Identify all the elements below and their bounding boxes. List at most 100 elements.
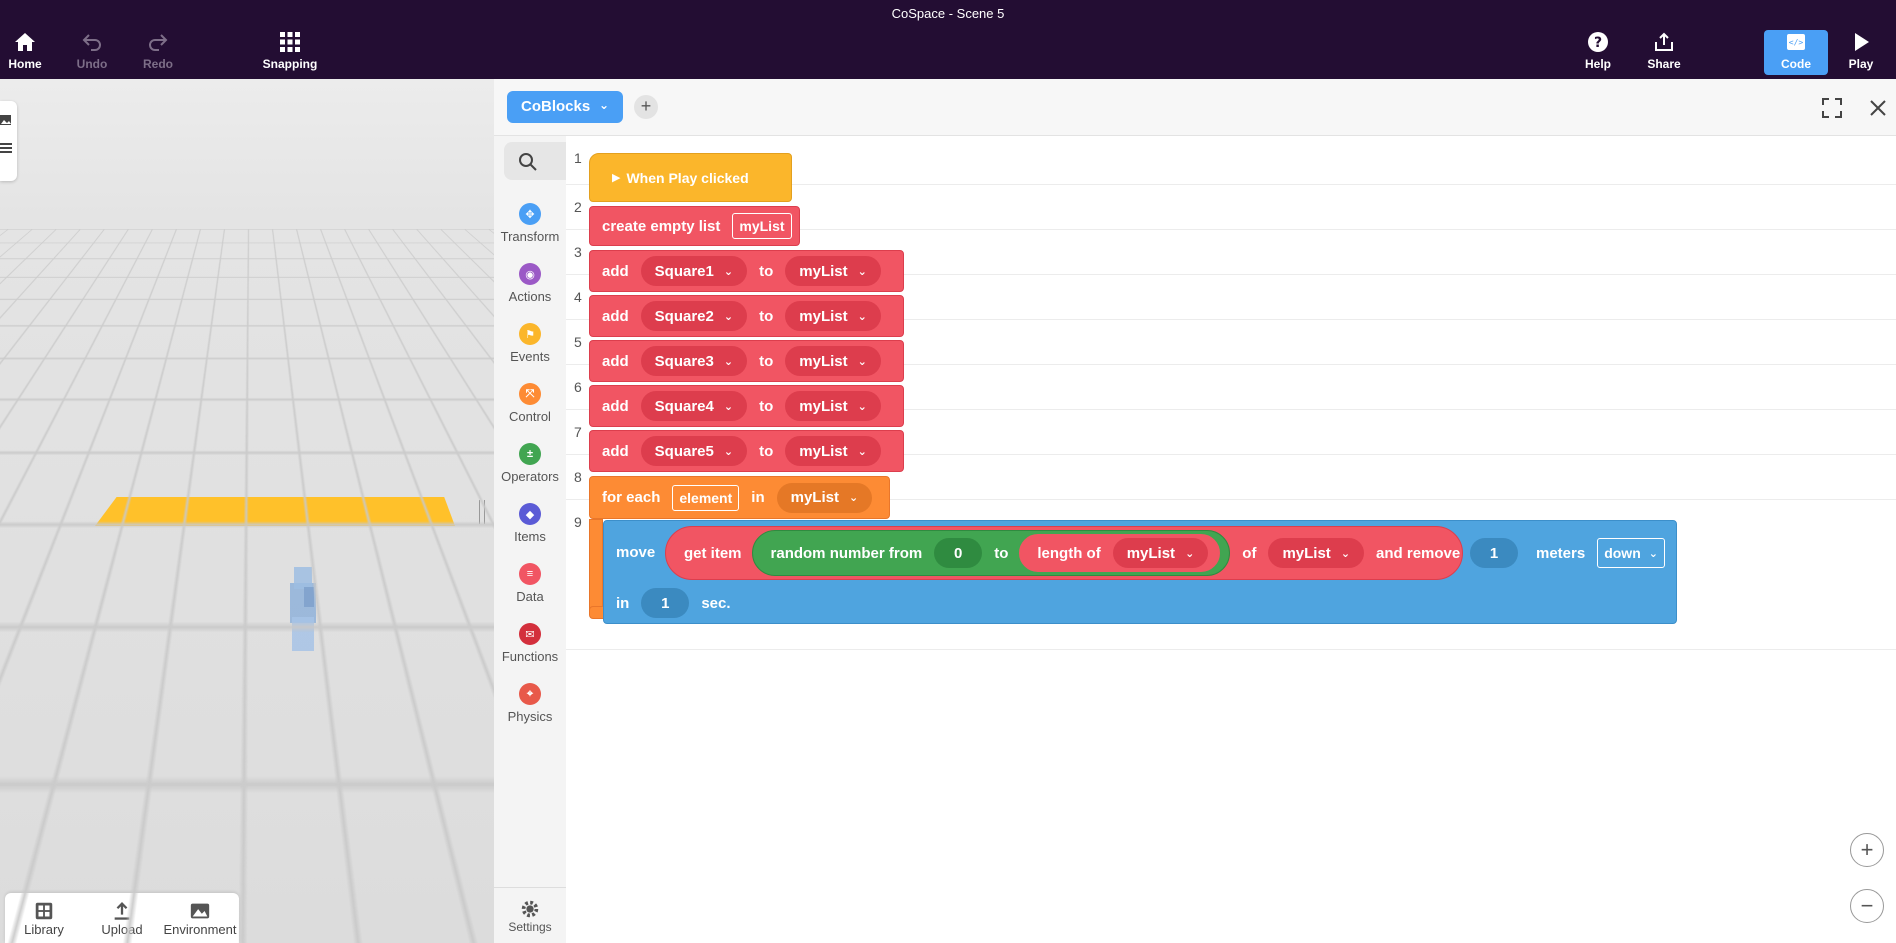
- item-dropdown[interactable]: Square3 ⌄: [640, 346, 748, 376]
- length-list-value: myList: [1126, 544, 1176, 562]
- coblocks-dropdown[interactable]: CoBlocks ⌄: [507, 91, 623, 123]
- for-each-label: for each: [602, 489, 661, 506]
- add-label: add: [602, 307, 629, 325]
- random-number-block[interactable]: random number from 0 to length of myList…: [751, 530, 1231, 576]
- zoom-out-button[interactable]: −: [1850, 889, 1884, 923]
- grid-icon: [280, 32, 300, 52]
- when-play-clicked-block[interactable]: ▶ When Play clicked: [589, 153, 792, 202]
- environment-icon: [190, 903, 210, 918]
- and-remove-label: and remove: [1376, 544, 1461, 562]
- search-icon: [519, 153, 537, 171]
- chevron-down-icon: ⌄: [848, 492, 859, 504]
- add-item-block[interactable]: add Square3 ⌄ to myList ⌄: [589, 340, 904, 382]
- seconds-input[interactable]: 1: [641, 588, 690, 618]
- palette-category-label: Items: [514, 529, 546, 544]
- zoom-in-button[interactable]: +: [1850, 833, 1884, 867]
- add-label: add: [602, 397, 629, 415]
- target-list-dropdown[interactable]: myList ⌄: [785, 301, 881, 331]
- play-button[interactable]: Play: [1829, 30, 1893, 76]
- direction-dropdown[interactable]: down ⌄: [1597, 538, 1665, 568]
- item-dropdown[interactable]: Square4 ⌄: [640, 391, 748, 421]
- for-each-list-dropdown[interactable]: myList ⌄: [776, 482, 873, 513]
- get-item-block[interactable]: get item random number from 0 to length …: [665, 526, 1463, 580]
- item-value: Square3: [654, 352, 714, 370]
- library-button[interactable]: Library: [5, 893, 83, 943]
- target-list-dropdown[interactable]: myList ⌄: [785, 346, 881, 376]
- item-dropdown[interactable]: Square2 ⌄: [640, 301, 748, 331]
- palette-category-events[interactable]: ⚑ Events: [494, 323, 566, 373]
- length-of-block[interactable]: length of myList ⌄: [1018, 533, 1222, 573]
- play-triangle-icon: ▶: [612, 172, 621, 184]
- character-model[interactable]: [284, 567, 322, 651]
- item-dropdown[interactable]: Square1 ⌄: [640, 256, 748, 286]
- line-number: 7: [574, 424, 582, 440]
- add-script-button[interactable]: +: [634, 95, 658, 119]
- settings-button[interactable]: Settings: [494, 887, 566, 943]
- control-icon: ⤧: [519, 383, 541, 405]
- item-value: Square2: [654, 307, 714, 325]
- palette-category-data[interactable]: ≡ Data: [494, 563, 566, 613]
- palette-category-control[interactable]: ⤧ Control: [494, 383, 566, 433]
- create-list-block[interactable]: create empty list myList: [589, 206, 800, 246]
- in-seconds-label: in: [616, 594, 630, 612]
- add-item-block[interactable]: add Square2 ⌄ to myList ⌄: [589, 295, 904, 337]
- element-variable-field[interactable]: element: [672, 484, 740, 511]
- share-button[interactable]: Share: [1632, 30, 1696, 76]
- chevron-down-icon: ⌄: [857, 310, 867, 323]
- code-workspace[interactable]: 1 2 3 4 5 6 7 8 9 ▶ When Play clicked create emp…: [566, 136, 1896, 943]
- list-name-field[interactable]: myList: [732, 213, 792, 239]
- length-list-dropdown[interactable]: myList ⌄: [1112, 538, 1209, 568]
- target-list-dropdown[interactable]: myList ⌄: [785, 391, 881, 421]
- home-button[interactable]: Home: [0, 30, 57, 76]
- item-dropdown[interactable]: Square5 ⌄: [640, 436, 748, 466]
- upload-button[interactable]: Upload: [83, 893, 161, 943]
- redo-icon: [149, 34, 168, 51]
- add-item-block[interactable]: add Square4 ⌄ to myList ⌄: [589, 385, 904, 427]
- target-list-dropdown[interactable]: myList ⌄: [785, 436, 881, 466]
- code-label: Code: [1781, 57, 1811, 71]
- panel-resize-handle[interactable]: [479, 500, 485, 524]
- chevron-down-icon: ⌄: [857, 355, 867, 368]
- add-item-block[interactable]: add Square5 ⌄ to myList ⌄: [589, 430, 904, 472]
- add-label: add: [602, 352, 629, 370]
- help-button[interactable]: ? Help: [1566, 30, 1630, 76]
- close-icon[interactable]: [1866, 96, 1890, 120]
- to-label: to: [759, 397, 774, 415]
- for-each-block[interactable]: for each element in myList ⌄: [589, 476, 890, 519]
- undo-button[interactable]: Undo: [60, 30, 124, 76]
- play-label: Play: [1848, 57, 1874, 71]
- get-item-list-dropdown[interactable]: myList ⌄: [1268, 538, 1365, 568]
- move-block[interactable]: move get item random number from 0 to le…: [603, 520, 1677, 624]
- environment-button[interactable]: Environment: [161, 893, 239, 943]
- image-icon[interactable]: [0, 113, 12, 125]
- snapping-button[interactable]: Snapping: [258, 30, 322, 76]
- to-label: to: [759, 307, 774, 325]
- palette-category-transform[interactable]: ✥ Transform: [494, 203, 566, 253]
- line-number: 3: [574, 244, 582, 260]
- palette-category-label: Operators: [501, 469, 559, 484]
- palette-category-actions[interactable]: ◉ Actions: [494, 263, 566, 313]
- palette-category-physics[interactable]: ⌖ Physics: [494, 683, 566, 733]
- palette-category-label: Functions: [501, 649, 559, 664]
- help-label: Help: [1584, 57, 1611, 71]
- palette-category-operators[interactable]: ± Operators: [494, 443, 566, 493]
- list-icon[interactable]: [0, 141, 12, 153]
- distance-input[interactable]: 1: [1470, 538, 1518, 568]
- palette-category-functions[interactable]: ✉ Functions: [494, 623, 566, 673]
- chevron-down-icon: ⌄: [857, 400, 867, 413]
- scene-viewport[interactable]: [0, 79, 494, 943]
- fullscreen-icon[interactable]: [1820, 96, 1844, 120]
- random-to-label: to: [994, 544, 1009, 562]
- palette-search[interactable]: [504, 142, 566, 180]
- target-list-dropdown[interactable]: myList ⌄: [785, 256, 881, 286]
- palette-category-items[interactable]: ◆ Items: [494, 503, 566, 553]
- left-side-tab[interactable]: [0, 101, 17, 181]
- add-item-block[interactable]: add Square1 ⌄ to myList ⌄: [589, 250, 904, 292]
- redo-button[interactable]: Redo: [126, 30, 190, 76]
- yellow-platform[interactable]: [95, 497, 455, 526]
- upload-label: Upload: [101, 921, 143, 937]
- random-min-input[interactable]: 0: [934, 538, 983, 568]
- sec-label: sec.: [701, 594, 731, 612]
- library-icon: [35, 902, 53, 919]
- code-button[interactable]: </> Code: [1764, 30, 1828, 75]
